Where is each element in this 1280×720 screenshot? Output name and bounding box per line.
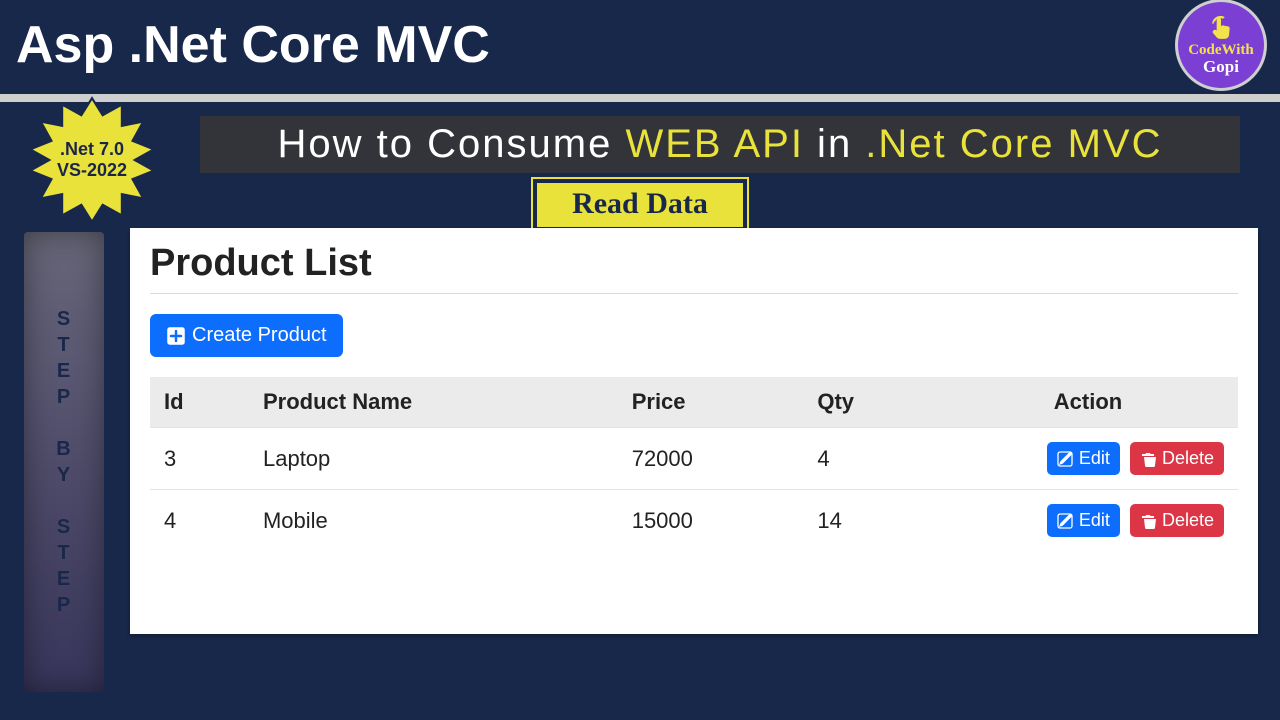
col-action: Action xyxy=(938,377,1238,428)
panel-divider xyxy=(150,293,1238,294)
product-table: Id Product Name Price Qty Action 3 Lapto… xyxy=(150,377,1238,551)
plus-square-icon xyxy=(166,326,186,346)
version-starburst: .Net 7.0 VS-2022 xyxy=(28,96,156,224)
delete-button[interactable]: Delete xyxy=(1130,504,1224,537)
page-title: Asp .Net Core MVC xyxy=(16,15,490,75)
starburst-line2: VS-2022 xyxy=(57,160,127,181)
logo-line2: Gopi xyxy=(1203,58,1239,75)
create-product-button[interactable]: Create Product xyxy=(150,314,343,357)
cell-qty: 14 xyxy=(803,490,938,552)
delete-button[interactable]: Delete xyxy=(1130,442,1224,475)
edit-button[interactable]: Edit xyxy=(1047,442,1120,475)
table-row: 3 Laptop 72000 4 Edit Delete xyxy=(150,428,1238,490)
col-price: Price xyxy=(618,377,804,428)
col-qty: Qty xyxy=(803,377,938,428)
cell-qty: 4 xyxy=(803,428,938,490)
step-by-step-strip: S T E P B Y S T E P xyxy=(24,232,104,692)
cell-name: Laptop xyxy=(249,428,618,490)
cell-action: Edit Delete xyxy=(938,428,1238,490)
edit-label: Edit xyxy=(1079,510,1110,531)
cell-price: 72000 xyxy=(618,428,804,490)
edit-icon xyxy=(1057,513,1073,529)
panel-heading: Product List xyxy=(150,242,1238,285)
subtitle-seg4: .Net Core MVC xyxy=(865,122,1162,166)
trash-icon xyxy=(1140,513,1156,529)
cell-name: Mobile xyxy=(249,490,618,552)
create-product-label: Create Product xyxy=(192,324,327,347)
channel-logo: CodeWith Gopi xyxy=(1178,2,1264,88)
table-header-row: Id Product Name Price Qty Action xyxy=(150,377,1238,428)
product-panel: Product List Create Product Id Product N… xyxy=(130,228,1258,634)
starburst-line1: .Net 7.0 xyxy=(57,139,127,160)
edit-label: Edit xyxy=(1079,448,1110,469)
subtitle-seg2: WEB API xyxy=(625,122,804,166)
col-name: Product Name xyxy=(249,377,618,428)
edit-button[interactable]: Edit xyxy=(1047,504,1120,537)
subtitle-bar: How to Consume WEB API in .Net Core MVC xyxy=(200,116,1240,173)
trash-icon xyxy=(1140,451,1156,467)
cell-action: Edit Delete xyxy=(938,490,1238,552)
cell-id: 3 xyxy=(150,428,249,490)
col-id: Id xyxy=(150,377,249,428)
tap-icon xyxy=(1208,15,1234,41)
top-bar: Asp .Net Core MVC CodeWith Gopi xyxy=(0,0,1280,102)
table-row: 4 Mobile 15000 14 Edit Delet xyxy=(150,490,1238,552)
logo-line1: CodeWith xyxy=(1188,43,1254,58)
edit-icon xyxy=(1057,451,1073,467)
subtitle-seg3: in xyxy=(804,122,865,166)
delete-label: Delete xyxy=(1162,448,1214,469)
cell-price: 15000 xyxy=(618,490,804,552)
cell-id: 4 xyxy=(150,490,249,552)
step-by-step-text: S T E P B Y S T E P xyxy=(56,306,71,618)
subtitle-seg1: How to Consume xyxy=(278,122,626,166)
delete-label: Delete xyxy=(1162,510,1214,531)
read-data-badge: Read Data xyxy=(533,179,747,231)
